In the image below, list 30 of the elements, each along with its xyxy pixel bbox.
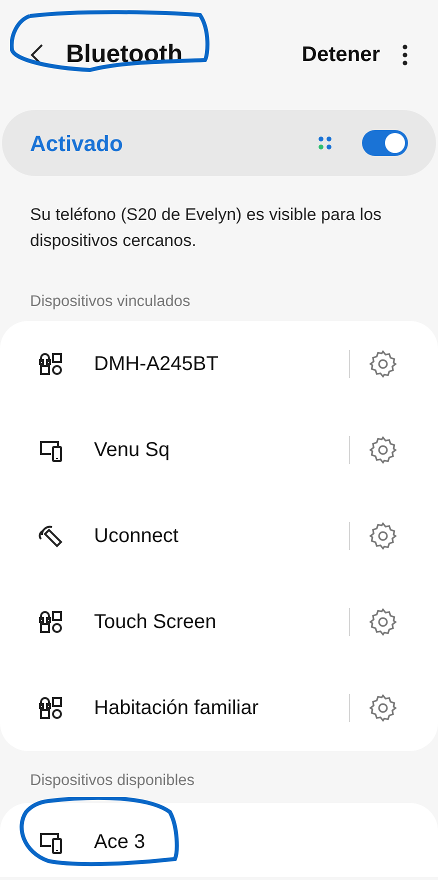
device-row[interactable]: DMH-A245BT xyxy=(0,321,438,408)
device-category-icon xyxy=(38,695,64,722)
settings-icon[interactable] xyxy=(368,435,398,466)
stop-button[interactable]: Detener xyxy=(302,39,380,71)
device-row[interactable]: Habitación familiar xyxy=(0,665,438,752)
more-options-icon[interactable] xyxy=(402,44,408,66)
switch-label: Activado xyxy=(30,130,124,158)
device-name: Habitación familiar xyxy=(94,696,260,722)
device-name: DMH-A245BT xyxy=(94,352,220,378)
device-row[interactable]: Ace 3 xyxy=(0,802,438,880)
device-category-icon xyxy=(38,609,64,636)
section-heading: Dispositivos disponibles xyxy=(29,771,196,792)
toggle-switch[interactable] xyxy=(362,130,408,156)
scan-dots-icon xyxy=(318,136,332,150)
visibility-description: Su teléfono (S20 de Evelyn) es visible para los dispositivos cercanos. xyxy=(29,204,383,252)
settings-icon[interactable] xyxy=(368,521,398,552)
settings-icon[interactable] xyxy=(368,693,398,724)
device-name: Ace 3 xyxy=(94,830,146,854)
device-name: Venu Sq xyxy=(94,438,171,464)
device-name: Touch Screen xyxy=(94,610,218,636)
device-name: Uconnect xyxy=(94,524,180,550)
device-row[interactable]: Touch Screen xyxy=(0,579,438,666)
device-row[interactable]: Venu Sq xyxy=(0,407,438,494)
earpiece-icon xyxy=(38,523,64,550)
settings-icon[interactable] xyxy=(368,349,398,380)
settings-icon[interactable] xyxy=(368,607,398,638)
device-category-icon xyxy=(38,351,64,378)
device-row[interactable]: Uconnect xyxy=(0,493,438,580)
section-heading: Dispositivos vinculados xyxy=(29,292,192,312)
bluetooth-switch-bar[interactable]: Activado xyxy=(2,110,436,176)
